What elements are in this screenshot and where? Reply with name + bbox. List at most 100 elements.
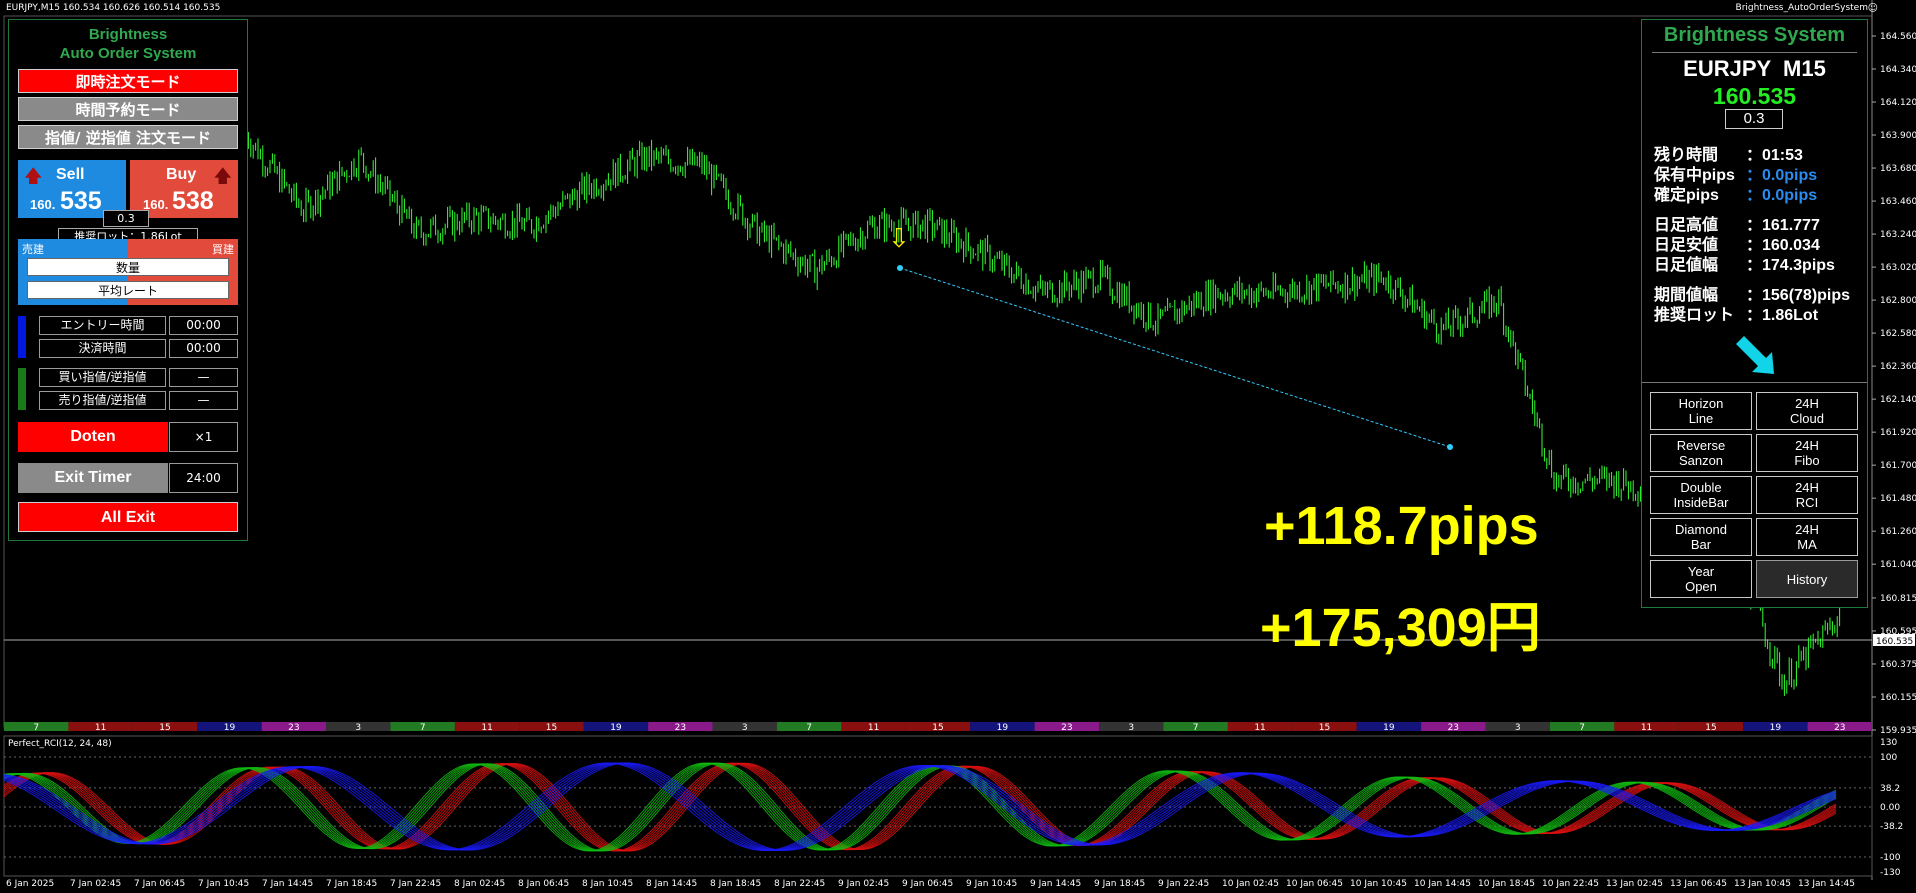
time-axis-label: 8 Jan 02:45 (454, 879, 505, 889)
entry-time-label: エントリー時間 (39, 316, 166, 335)
trend-start-point (897, 265, 903, 271)
price-tick-label: 160.815 (1880, 594, 1916, 604)
time-axis-label: 7 Jan 14:45 (262, 879, 313, 889)
buttons-divider (1642, 382, 1867, 383)
buy-limit-value[interactable]: — (169, 368, 238, 387)
smiley-icon: ☺ (1867, 3, 1878, 14)
panel-title-line2: Auto Order System (59, 45, 197, 62)
sell-price-small: 160. (30, 197, 56, 212)
session-bar-label: 15 (546, 723, 557, 733)
doten-button[interactable]: Doten (18, 422, 168, 452)
time-axis-label: 8 Jan 06:45 (518, 879, 569, 889)
rci-tick-label: 0.00 (1880, 803, 1900, 813)
session-bar-label: 11 (868, 723, 879, 733)
price-tick-label: 161.040 (1880, 560, 1916, 570)
rci-tick-label: -130 (1880, 868, 1901, 878)
spread-box: 0.3 (1725, 109, 1783, 129)
close-time-label: 決済時間 (39, 339, 166, 358)
current-price-label: 160.535 (1876, 637, 1913, 647)
price-tick-label: 161.920 (1880, 428, 1916, 438)
sell-price-big: 535 (60, 187, 102, 215)
session-bar-label: 15 (932, 723, 943, 733)
session-bar-label: 23 (1448, 723, 1459, 733)
time-axis-label: 10 Jan 18:45 (1478, 879, 1535, 889)
all-exit-button[interactable]: All Exit (18, 502, 238, 532)
tool-button-double-insidebar[interactable]: Double InsideBar (1650, 476, 1752, 514)
session-bar-label: 19 (1770, 723, 1782, 733)
profit-yen-overlay: +175,309円 (1260, 598, 1541, 658)
price-tick-label: 161.480 (1880, 494, 1916, 504)
session-bar-label: 7 (1193, 723, 1199, 733)
session-bar-label: 23 (1834, 723, 1845, 733)
time-axis-label: 7 Jan 10:45 (198, 879, 249, 889)
main-chart-frame (3, 15, 1873, 728)
session-bar-label: 3 (1128, 723, 1134, 733)
session-bar-label: 7 (1579, 723, 1585, 733)
price-tick-label: 163.240 (1880, 230, 1916, 240)
tool-button-horizon-line[interactable]: Horizon Line (1650, 392, 1752, 430)
tool-button-24h-rci[interactable]: 24H RCI (1756, 476, 1858, 514)
session-bar-label: 19 (224, 723, 236, 733)
price-tick-label: 160.155 (1880, 693, 1916, 703)
rci-tick-label: -38.2 (1880, 822, 1903, 832)
panel-title: Brightness System (1663, 24, 1846, 46)
sell-limit-value[interactable]: — (169, 391, 238, 410)
time-axis-label: 8 Jan 14:45 (646, 879, 697, 889)
price-tick-label: 163.900 (1880, 131, 1916, 141)
price-chart[interactable]: 164.560 164.340 164.120 163.900 163.680 163.4… (0, 0, 1916, 893)
chart-window[interactable]: 164.560 164.340 164.120 163.900 163.680 163.4… (0, 0, 1916, 893)
entry-time-value[interactable]: 00:00 (169, 316, 238, 335)
instant-order-mode-button[interactable]: 即時注文モード (18, 69, 238, 93)
average-rate-field: 平均レート (27, 281, 229, 299)
session-bar-label: 3 (1515, 723, 1521, 733)
session-bar-label: 19 (1383, 723, 1395, 733)
rci-tick-label: 100 (1880, 753, 1897, 763)
limit-order-mode-button[interactable]: 指値/ 逆指値 注文モード (18, 125, 238, 149)
session-bar-label: 11 (1641, 723, 1652, 733)
confirmed-pips-label: 確定pips (1654, 187, 1719, 204)
rci-tick-label: 130 (1880, 738, 1897, 748)
doten-multiplier[interactable]: ×1 (169, 422, 238, 452)
price-tick-label: 163.460 (1880, 197, 1916, 207)
session-bar-label: 19 (610, 723, 622, 733)
time-axis-label: 9 Jan 14:45 (1030, 879, 1081, 889)
time-axis-label: 13 Jan 14:45 (1798, 879, 1855, 889)
time-axis-label: 8 Jan 10:45 (582, 879, 633, 889)
price-tick-label: 162.580 (1880, 329, 1916, 339)
session-bar-label: 23 (1061, 723, 1072, 733)
tool-button-24h-fibo[interactable]: 24H Fibo (1756, 434, 1858, 472)
session-bar-label: 11 (481, 723, 492, 733)
price-tick-label: 164.340 (1880, 65, 1916, 75)
window-symbol-info: EURJPY,M15 160.534 160.626 160.514 160.5… (6, 3, 221, 13)
auto-order-panel: Brightness Auto Order System 即時注文モード 時間予… (8, 19, 248, 541)
time-axis-label: 6 Jan 2025 (6, 879, 54, 889)
time-axis-label: 9 Jan 22:45 (1158, 879, 1209, 889)
buy-limit-label: 買い指値/逆指値 (39, 368, 166, 387)
exit-timer-button[interactable]: Exit Timer (18, 463, 168, 493)
price-tick-label: 162.140 (1880, 395, 1916, 405)
panel-title-line1: Brightness (88, 26, 168, 43)
position-ratio-bar: 売建 買建 数量 平均レート (18, 239, 238, 305)
time-axis-label: 9 Jan 02:45 (838, 879, 889, 889)
rci-tick-label: 38.2 (1880, 784, 1900, 794)
time-axis-label: 7 Jan 22:45 (390, 879, 441, 889)
tool-button-24h-cloud[interactable]: 24H Cloud (1756, 392, 1858, 430)
tool-button-24h-ma[interactable]: 24H MA (1756, 518, 1858, 556)
down-right-arrow-icon (1736, 336, 1774, 374)
session-bar-label: 15 (159, 723, 170, 733)
tool-button-diamond-bar[interactable]: Diamond Bar (1650, 518, 1752, 556)
time-axis-label: 10 Jan 06:45 (1286, 879, 1343, 889)
spread-value: 0.3 (103, 210, 149, 227)
brightness-system-panel: Brightness System EURJPY M15 160.535 0.3… (1641, 19, 1868, 608)
tool-button-history[interactable]: History (1756, 560, 1858, 598)
tool-button-year-open[interactable]: Year Open (1650, 560, 1752, 598)
trend-end-point (1447, 444, 1453, 450)
price-tick-label: 162.800 (1880, 296, 1916, 306)
profit-pips-overlay: +118.7pips (1264, 496, 1539, 556)
close-time-value[interactable]: 00:00 (169, 339, 238, 358)
sell-label: Sell (56, 166, 85, 183)
tool-button-reverse-sanzon[interactable]: Reverse Sanzon (1650, 434, 1752, 472)
exit-timer-value[interactable]: 24:00 (169, 463, 238, 493)
time-reserve-mode-button[interactable]: 時間予約モード (18, 97, 238, 121)
time-axis-label: 7 Jan 06:45 (134, 879, 185, 889)
